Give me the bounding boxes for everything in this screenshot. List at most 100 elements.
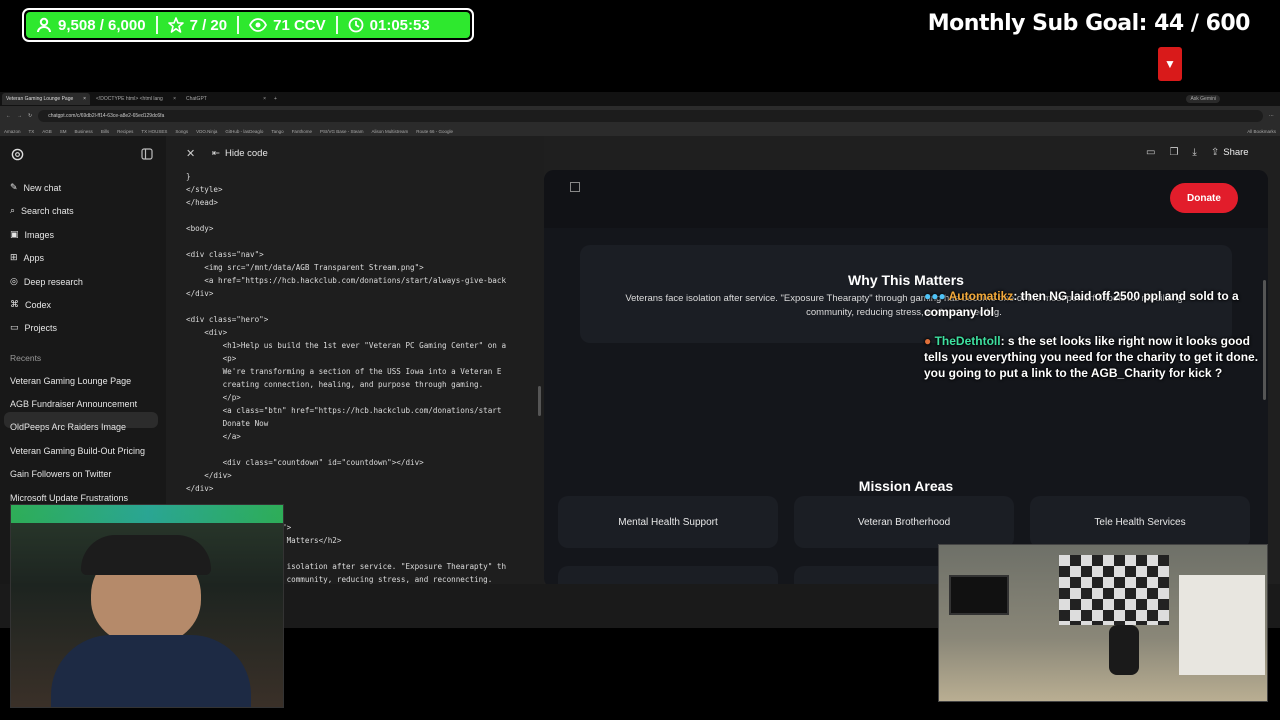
room-tv (949, 575, 1009, 615)
code-line: </head> (186, 198, 219, 207)
chat-username: Automatikz (948, 289, 1014, 303)
research-icon: ◎ (10, 276, 18, 286)
recent-chat-item[interactable]: OldPeeps Arc Raiders Image (10, 422, 126, 432)
clock-icon (348, 17, 364, 33)
comment-icon[interactable]: ▭ (1146, 147, 1155, 158)
canvas-toolbar: ▭ ❐ ⤓ ⇪ Share (1146, 147, 1249, 158)
code-line: <div> (186, 328, 228, 337)
recent-chat-item[interactable]: Microsoft Update Frustrations (10, 493, 128, 503)
bookmark[interactable]: PSI/VG Base - Steam (320, 129, 364, 134)
recent-chat-item[interactable]: AGB Fundraiser Announcement (10, 399, 137, 409)
broken-image-icon (570, 182, 580, 192)
sub-goal-marker-icon: ▼ (1158, 47, 1182, 81)
stars-count: 7 / 20 (189, 16, 228, 34)
sidebar-item-deep-research[interactable]: ◎ Deep research (10, 276, 83, 287)
emote-icon: ●●● (924, 289, 946, 303)
code-scrollbar[interactable] (538, 386, 541, 416)
browser-tab[interactable]: Veteran Gaming Lounge Page × (2, 93, 90, 105)
sidebar-item-codex[interactable]: ⌘ Codex (10, 299, 51, 310)
bookmark[interactable]: Tango (271, 129, 283, 134)
stars-stat: 7 / 20 (158, 12, 238, 38)
bookmark[interactable]: Bills (101, 129, 109, 134)
webcam-rgb-light (11, 505, 283, 523)
bookmark[interactable]: Business (75, 129, 93, 134)
recent-chat-item[interactable]: Veteran Gaming Lounge Page (10, 376, 131, 386)
openai-logo-icon[interactable] (11, 148, 24, 161)
stat-divider (155, 16, 158, 34)
user-icon (37, 17, 51, 33)
new-tab-icon[interactable]: + (274, 96, 277, 102)
bookmark[interactable]: Fanthome (292, 129, 312, 134)
sidebar-toggle-icon[interactable] (141, 148, 153, 160)
share-button[interactable]: ⇪ Share (1211, 147, 1249, 158)
hide-code-button[interactable]: ⇤ Hide code (212, 148, 268, 159)
donate-button[interactable]: Donate (1170, 183, 1238, 213)
code-line: <div class="nav"> (186, 250, 264, 259)
mission-card: Veteran Brotherhood (794, 496, 1014, 548)
stream-stats-bar: 9,508 / 6,000 7 / 20 71 CCV 01:05:53 (22, 8, 474, 42)
reload-icon[interactable]: ↻ (28, 113, 32, 119)
recent-chat-item[interactable]: Veteran Gaming Build-Out Pricing (10, 446, 145, 456)
code-line: </a> (186, 432, 241, 441)
code-line: <h1>Help us build the 1st ever "Veteran … (186, 341, 507, 350)
bookmark[interactable]: Songs (175, 129, 188, 134)
browser-tab[interactable]: <!DOCTYPE html> <html lang × (92, 93, 180, 105)
bookmark[interactable]: VDO.Ninja (196, 129, 217, 134)
room-shelf (1179, 575, 1265, 675)
close-icon[interactable]: × (263, 96, 266, 102)
sidebar-item-label: Images (24, 229, 55, 240)
close-icon[interactable]: × (83, 96, 86, 102)
share-label: Share (1223, 147, 1249, 158)
extensions-icon[interactable]: ⋯ (1269, 113, 1274, 119)
sidebar-item-new-chat[interactable]: ✎ New chat (10, 182, 61, 193)
mission-card: Tele Health Services (1030, 496, 1250, 548)
close-icon[interactable]: ✕ (186, 147, 195, 160)
bookmark[interactable]: TX (29, 129, 35, 134)
code-line: </div> (186, 471, 232, 480)
stat-divider (237, 16, 240, 34)
browser-tabstrip: Veteran Gaming Lounge Page × <!DOCTYPE ht… (0, 92, 1280, 106)
bookmark[interactable]: Route 66 - Google (416, 129, 453, 134)
bookmark[interactable]: Amazon (4, 129, 21, 134)
close-icon[interactable]: × (173, 96, 176, 102)
code-line: <div class="hero"> (186, 315, 269, 324)
bookmark[interactable]: TX HOUSES (141, 129, 167, 134)
folder-icon: ▭ (10, 322, 19, 332)
room-camera (938, 544, 1268, 702)
bookmark[interactable]: GitHub - lasDeaglo (225, 129, 263, 134)
tab-label: ChatGPT (186, 96, 207, 102)
sidebar-item-apps[interactable]: ⊞ Apps (10, 252, 44, 263)
bookmark[interactable]: Alison Multistream (371, 129, 408, 134)
code-line: </div> (186, 289, 214, 298)
sidebar-item-search-chats[interactable]: ⌕ Search chats (10, 205, 74, 216)
streamer-webcam (10, 504, 284, 708)
url-bar[interactable]: chatgpt.com/c/69db2l-ff14-63ce-a8e2-65ed… (38, 110, 1263, 122)
code-line: <a class="btn" href="https://hcb.hackclu… (186, 406, 502, 415)
star-icon (167, 17, 184, 33)
copy-icon[interactable]: ❐ (1169, 147, 1178, 158)
code-line: <a href="https://hcb.hackclub.com/donati… (186, 276, 507, 285)
sidebar-item-projects[interactable]: ▭ Projects (10, 322, 57, 333)
sidebar-item-label: Search chats (21, 205, 74, 216)
sidebar-item-images[interactable]: ▣ Images (10, 229, 54, 240)
bookmark[interactable]: SM (60, 129, 67, 134)
back-icon[interactable]: ← (6, 113, 11, 119)
forward-icon[interactable]: → (17, 113, 22, 119)
browser-tab[interactable]: ChatGPT × (182, 93, 270, 105)
bookmark[interactable]: Recipes (117, 129, 133, 134)
hide-code-label: Hide code (224, 148, 268, 159)
download-icon[interactable]: ⤓ (1192, 147, 1196, 158)
bookmark[interactable]: AGB (42, 129, 52, 134)
bookmarks-bar: Amazon TX AGB SM Business Bills Recipes … (0, 126, 1280, 136)
code-line: creating connection, healing, and purpos… (186, 380, 484, 389)
tab-label: <!DOCTYPE html> <html lang (96, 96, 163, 102)
bookmark[interactable]: All Bookmarks (1247, 129, 1276, 134)
gaming-chair (1109, 625, 1139, 675)
ask-gemini-button[interactable]: Ask Gemini (1186, 95, 1220, 103)
code-line: } (186, 172, 191, 181)
search-icon: ⌕ (10, 205, 16, 215)
address-row: ← → ↻ chatgpt.com/c/69db2l-ff14-63ce-a8e… (0, 106, 1280, 126)
sidebar-item-label: New chat (23, 182, 62, 193)
recent-chat-item[interactable]: Gain Followers on Twitter (10, 469, 111, 479)
sidebar-item-label: Projects (24, 322, 58, 333)
